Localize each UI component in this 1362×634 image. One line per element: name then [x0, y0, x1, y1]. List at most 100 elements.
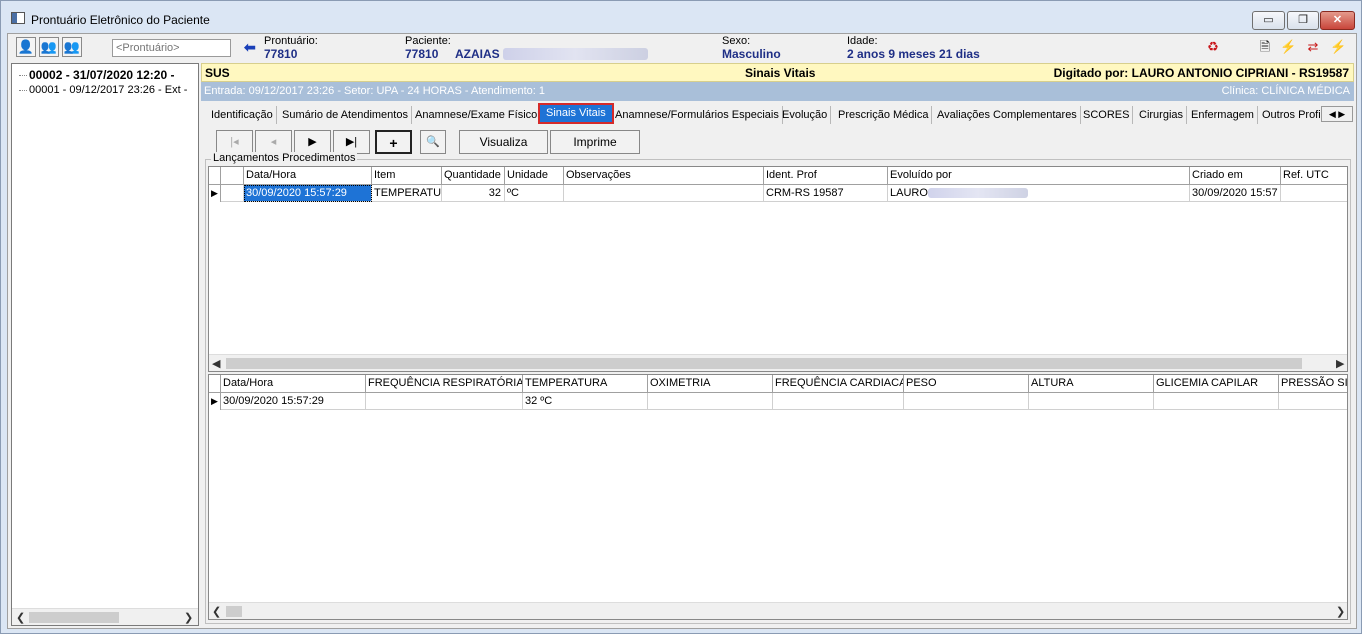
- tab-cirurgias[interactable]: Cirurgias: [1136, 106, 1188, 124]
- patients-list-icon[interactable]: 👥: [62, 37, 82, 57]
- table-cell-ref-utc[interactable]: [1281, 185, 1347, 202]
- table-cell-unidade[interactable]: ºC: [505, 185, 564, 202]
- col-freq-respiratoria[interactable]: FREQUÊNCIA RESPIRATÓRIA: [366, 375, 523, 393]
- scroll-left-icon[interactable]: ❮: [16, 611, 25, 624]
- scroll-thumb[interactable]: [226, 606, 242, 617]
- prontuario-input[interactable]: [112, 39, 231, 57]
- table-cell[interactable]: [221, 185, 244, 202]
- table-cell-quantidade[interactable]: 32: [442, 185, 505, 202]
- table-cell-peso[interactable]: [904, 393, 1029, 410]
- scroll-left-icon[interactable]: ◀: [212, 357, 220, 370]
- col-ident-prof[interactable]: Ident. Prof: [764, 167, 888, 185]
- minimize-button[interactable]: ▭: [1252, 11, 1285, 30]
- tab-anamnese-exame[interactable]: Anamnese/Exame Físico: [412, 106, 542, 124]
- tab-anamnese-formularios[interactable]: Anamnese/Formulários Especiais: [612, 106, 783, 124]
- zoom-icon[interactable]: 🔍: [420, 130, 446, 154]
- entrada-bar: Entrada: 09/12/2017 23:26 - Setor: UPA -…: [201, 82, 1354, 101]
- scroll-right-icon[interactable]: ❯: [1336, 605, 1345, 618]
- tree-item-atendimento-1[interactable]: 00001 - 09/12/2017 23:26 - Ext -: [29, 84, 187, 96]
- col-glicemia[interactable]: GLICEMIA CAPILAR: [1154, 375, 1279, 393]
- tab-scroll-arrows[interactable]: ◀ ▶: [1321, 106, 1353, 122]
- table-cell-observacoes[interactable]: [564, 185, 764, 202]
- patient-search-icon[interactable]: 👤: [16, 37, 36, 57]
- tab-prescricao[interactable]: Prescrição Médica: [835, 106, 933, 124]
- visualiza-button[interactable]: Visualiza: [459, 130, 548, 154]
- col-quantidade[interactable]: Quantidade: [442, 167, 505, 185]
- col-observacoes[interactable]: Observações: [564, 167, 764, 185]
- last-record-button[interactable]: ▶|: [333, 130, 370, 154]
- row-indicator-icon: ▶: [209, 185, 221, 202]
- tab-identificacao[interactable]: Identificação: [208, 106, 277, 124]
- scroll-right-icon[interactable]: ❯: [184, 611, 193, 624]
- imprime-button[interactable]: Imprime: [550, 130, 640, 154]
- table-cell-data-hora[interactable]: 30/09/2020 15:57:29: [244, 185, 372, 202]
- scroll-right-icon[interactable]: ▶: [1336, 357, 1344, 370]
- col-altura[interactable]: ALTURA: [1029, 375, 1154, 393]
- sinais-vitais-grid[interactable]: Data/Hora FREQUÊNCIA RESPIRATÓRIA TEMPER…: [208, 374, 1348, 620]
- col-freq-cardiaca[interactable]: FREQUÊNCIA CARDIACA: [773, 375, 904, 393]
- entrada-info: Entrada: 09/12/2017 23:26 - Setor: UPA -…: [204, 85, 545, 97]
- col-peso[interactable]: PESO: [904, 375, 1029, 393]
- tab-evolucao[interactable]: Evolução: [779, 106, 832, 124]
- tab-scores[interactable]: SCORES: [1080, 106, 1134, 124]
- tab-avaliacoes[interactable]: Avaliações Complementares: [934, 106, 1081, 124]
- lightning-green-icon[interactable]: ⚡: [1280, 39, 1296, 55]
- table-cell-item[interactable]: TEMPERATU: [372, 185, 442, 202]
- table-cell-altura[interactable]: [1029, 393, 1154, 410]
- tree-horizontal-scrollbar[interactable]: ❮ ❯: [12, 608, 198, 625]
- tab-outros[interactable]: Outros Profi: [1259, 106, 1321, 124]
- redacted-name: [503, 48, 648, 60]
- table-cell-freq-cardiaca[interactable]: [773, 393, 904, 410]
- table-cell-temperatura[interactable]: 32 ºC: [523, 393, 648, 410]
- table-cell-ident-prof[interactable]: CRM-RS 19587: [764, 185, 888, 202]
- document-icon[interactable]: 🗎: [1257, 39, 1273, 55]
- grid2-horizontal-scrollbar[interactable]: ❮ ❯: [209, 602, 1347, 619]
- scroll-left-icon[interactable]: ❮: [212, 605, 221, 618]
- first-record-button[interactable]: |◂: [216, 130, 253, 154]
- tree-item-atendimento-2[interactable]: 00002 - 31/07/2020 12:20 -: [29, 68, 174, 82]
- add-record-button[interactable]: +: [375, 130, 412, 154]
- idade-value: 2 anos 9 meses 21 dias: [847, 47, 980, 61]
- col-criado-em[interactable]: Criado em: [1190, 167, 1281, 185]
- maximize-button[interactable]: ❐: [1287, 11, 1319, 30]
- scroll-thumb[interactable]: [226, 358, 1302, 369]
- table-cell-oximetria[interactable]: [648, 393, 773, 410]
- scroll-thumb[interactable]: [29, 612, 119, 623]
- refresh-icon[interactable]: ♻: [1205, 39, 1221, 55]
- col-data-hora[interactable]: Data/Hora: [244, 167, 372, 185]
- title-bar: Prontuário Eletrônico do Paciente ▭ ❐ ✕: [1, 1, 1361, 33]
- grid1-horizontal-scrollbar[interactable]: ◀ ▶: [209, 354, 1347, 371]
- table-cell-glicemia[interactable]: [1154, 393, 1279, 410]
- app-icon: [11, 12, 25, 24]
- col-oximetria[interactable]: OXIMETRIA: [648, 375, 773, 393]
- back-arrow-icon[interactable]: ⬅: [244, 39, 256, 56]
- col-temperatura[interactable]: TEMPERATURA: [523, 375, 648, 393]
- clinica-info: Clínica: CLÍNICA MÉDICA: [1221, 85, 1350, 97]
- tab-sinais-vitais[interactable]: Sinais Vitais: [538, 103, 614, 124]
- lightning-yellow-icon[interactable]: ⚡: [1330, 39, 1346, 55]
- table-cell-pressao[interactable]: [1279, 393, 1347, 410]
- table-cell-evoluido-por[interactable]: LAURO: [888, 185, 1190, 202]
- table-cell-data-hora[interactable]: 30/09/2020 15:57:29: [221, 393, 366, 410]
- convenio-label: SUS: [205, 66, 230, 80]
- col-ref-utc[interactable]: Ref. UTC: [1281, 167, 1347, 185]
- tab-sumario[interactable]: Sumário de Atendimentos: [279, 106, 412, 124]
- col-pressao[interactable]: PRESSÃO SI: [1279, 375, 1347, 393]
- lancamentos-grid[interactable]: Data/Hora Item Quantidade Unidade Observ…: [208, 166, 1348, 372]
- prev-record-button[interactable]: ◂: [255, 130, 292, 154]
- col-item[interactable]: Item: [372, 167, 442, 185]
- col-unidade[interactable]: Unidade: [505, 167, 564, 185]
- transfer-icon[interactable]: ⇄: [1305, 39, 1321, 55]
- table-cell-criado-em[interactable]: 30/09/2020 15:57: [1190, 185, 1281, 202]
- col-evoluido-por[interactable]: Evoluído por: [888, 167, 1190, 185]
- table-cell-freq-respiratoria[interactable]: [366, 393, 523, 410]
- next-record-button[interactable]: ▶: [294, 130, 331, 154]
- tab-enfermagem[interactable]: Enfermagem: [1188, 106, 1258, 124]
- sexo-label: Sexo:: [722, 35, 751, 47]
- atendimentos-tree[interactable]: 00002 - 31/07/2020 12:20 - 00001 - 09/12…: [11, 63, 199, 626]
- col-data-hora[interactable]: Data/Hora: [221, 375, 366, 393]
- patients-group-icon[interactable]: 👥: [39, 37, 59, 57]
- sexo-value: Masculino: [722, 47, 781, 61]
- section-title: Sinais Vitais: [745, 66, 816, 80]
- close-button[interactable]: ✕: [1320, 11, 1355, 30]
